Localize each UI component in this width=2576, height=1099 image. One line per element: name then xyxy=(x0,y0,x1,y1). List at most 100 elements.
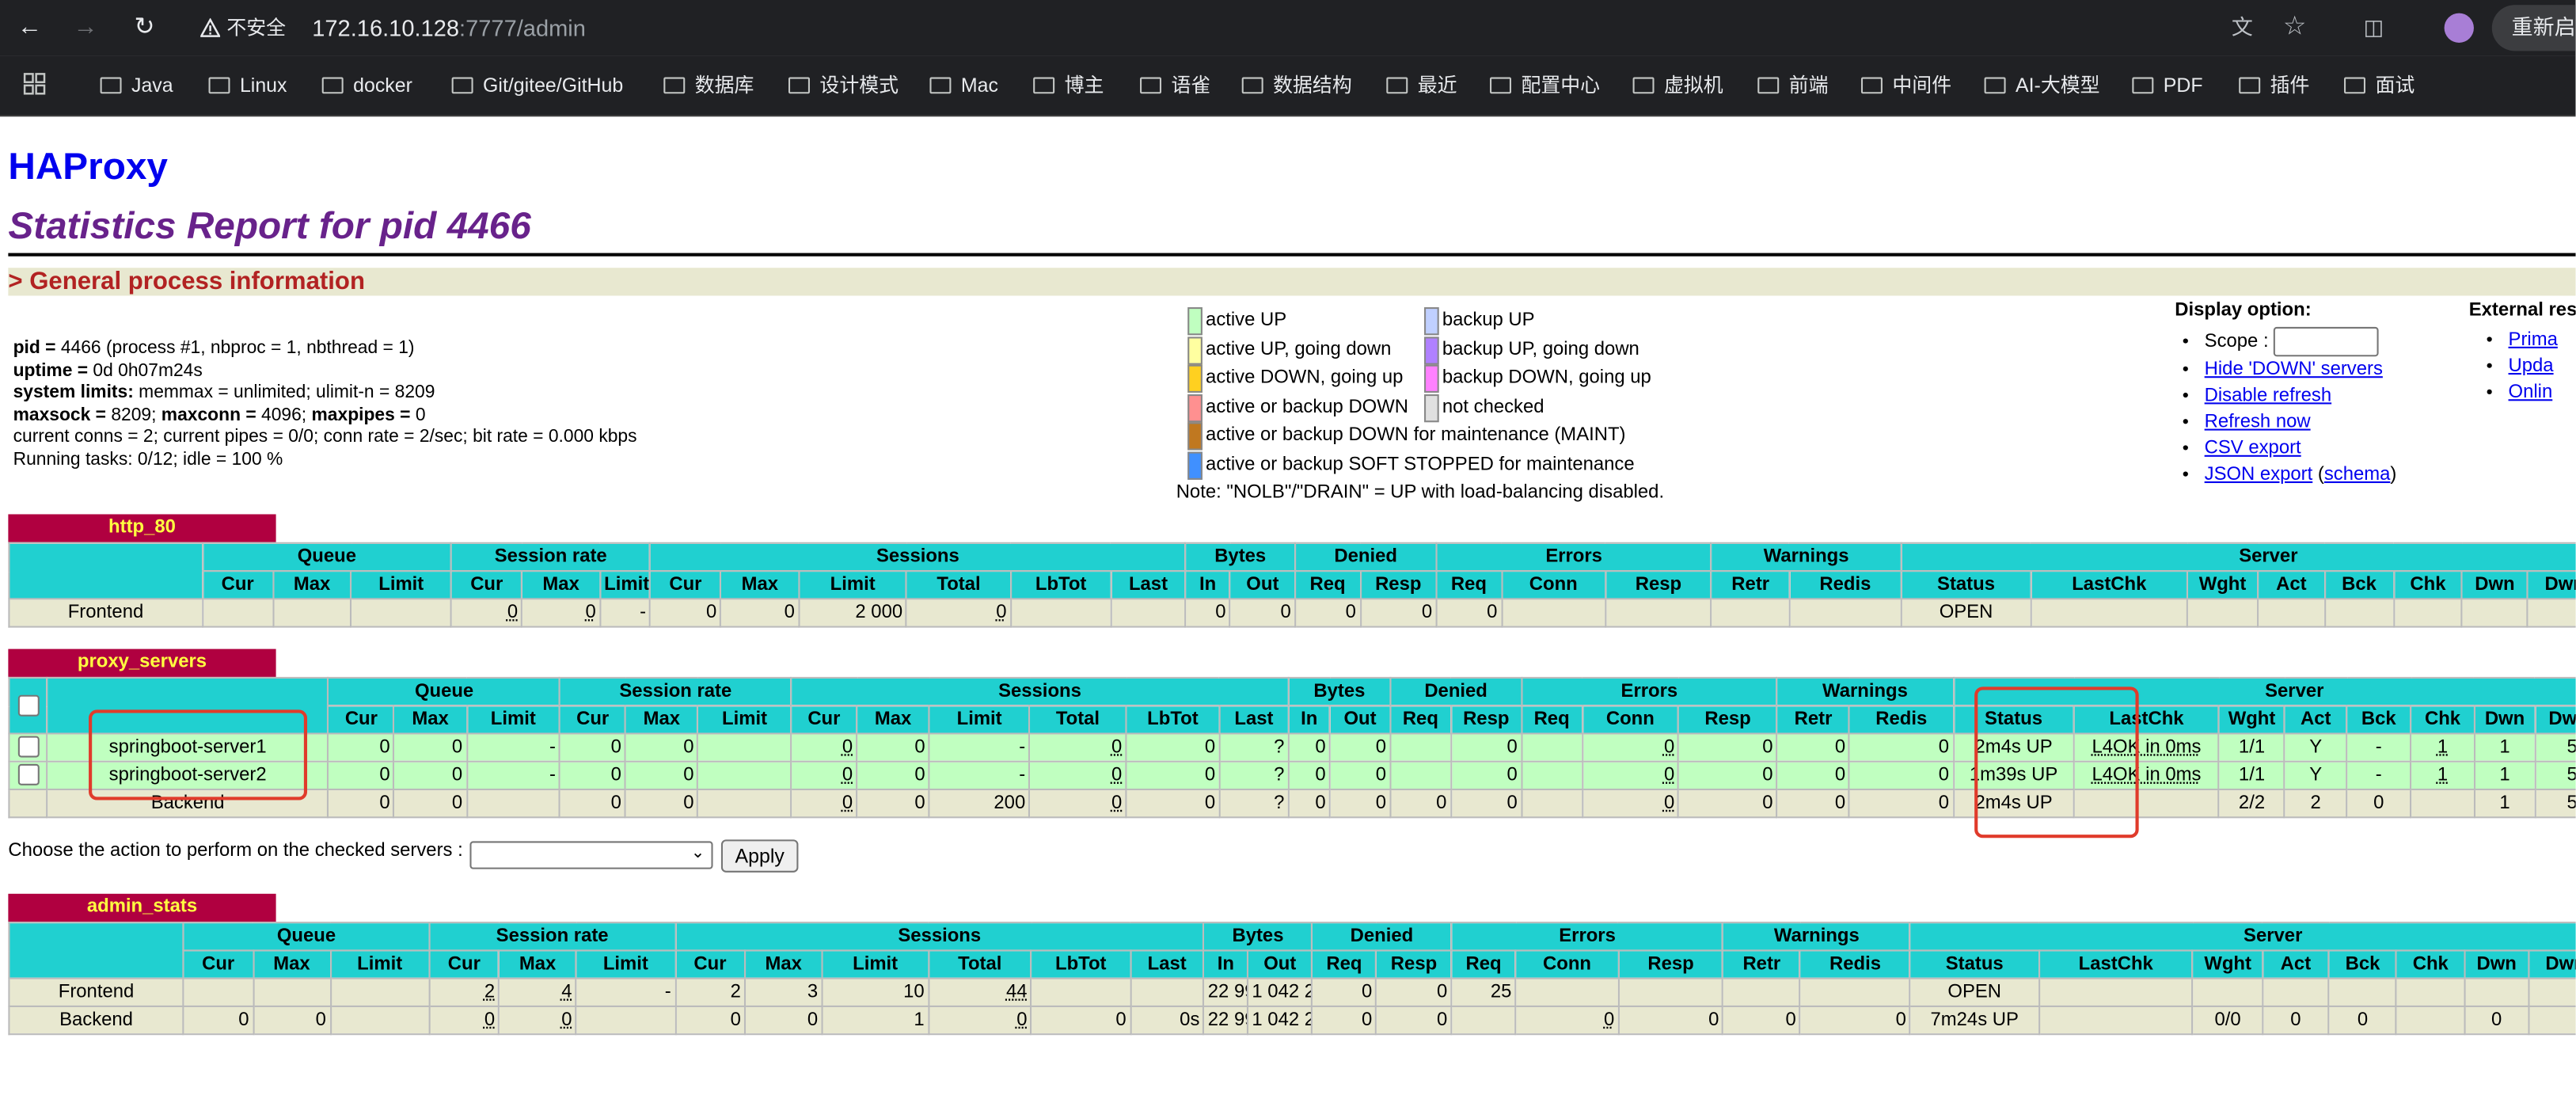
proxy-name-admin-stats[interactable]: admin_stats xyxy=(8,893,276,922)
stat-cell xyxy=(1389,760,1452,791)
external-resources: External res Prima Upda Onlin xyxy=(2469,301,2576,406)
reload-icon[interactable]: ↻ xyxy=(130,13,159,43)
select-all-checkbox[interactable] xyxy=(17,694,39,717)
bookmark-item[interactable]: Linux xyxy=(208,72,287,98)
bookmark-item[interactable]: 面试 xyxy=(2344,72,2415,98)
scope-item: Scope : xyxy=(2205,326,2397,357)
folder-icon xyxy=(321,77,344,94)
legend-swatch-backup-up-going-down xyxy=(1424,336,1439,364)
stat-cell: 0/0 xyxy=(2192,1005,2264,1036)
proxy-name-proxy-servers[interactable]: proxy_servers xyxy=(8,648,276,677)
header-column: Max xyxy=(625,705,699,735)
proxy-name-http-80[interactable]: http_80 xyxy=(8,514,276,542)
header-column: Redis xyxy=(1848,705,1955,735)
header-column: Chk xyxy=(2410,705,2475,735)
bookmark-item[interactable]: 数据结构 xyxy=(1241,72,1352,98)
bookmark-label: 插件 xyxy=(2270,74,2310,97)
stat-cell xyxy=(2262,977,2330,1007)
bookmark-item[interactable]: Git/gitee/GitHub xyxy=(451,72,623,98)
external-link-updates[interactable]: Upda xyxy=(2509,356,2554,376)
stat-cell: 5m4 xyxy=(2534,760,2576,791)
bookmark-item[interactable]: 数据库 xyxy=(663,72,754,98)
bookmark-item[interactable]: 设计模式 xyxy=(788,72,899,98)
stat-cell xyxy=(2030,598,2188,628)
url-text[interactable]: 172.16.10.128:7777/admin xyxy=(312,13,586,43)
header-column: Req xyxy=(1294,570,1362,600)
external-link-primary[interactable]: Prima xyxy=(2509,330,2558,350)
header-column: Last xyxy=(1110,570,1187,600)
stat-cell: OPEN xyxy=(1909,977,2040,1007)
header-column: Max xyxy=(856,705,930,735)
scope-input[interactable] xyxy=(2274,326,2380,357)
row-name: Frontend xyxy=(8,977,184,1007)
stat-cell: 0 xyxy=(2464,1005,2530,1036)
relaunch-button[interactable]: 重新启 xyxy=(2491,5,2576,51)
stat-cell: 0 xyxy=(1776,732,1851,762)
stat-cell: 0 xyxy=(1776,760,1851,791)
backend-row: Backend 0 0 0 0 0 0 200 0 0? 0 0 0 0 0 0 0 0 2m4s UP 2/2 2 0 1… xyxy=(8,789,2576,819)
external-link-online[interactable]: Onlin xyxy=(2509,382,2553,402)
server-checkbox[interactable] xyxy=(17,764,39,786)
apply-button[interactable]: Apply xyxy=(720,839,799,873)
folder-icon xyxy=(2239,77,2261,94)
address-bar[interactable]: 不安全 172.16.10.128:7777/admin xyxy=(184,6,2204,49)
csv-export-link[interactable]: CSV export xyxy=(2205,439,2301,458)
bookmark-item[interactable]: 虚拟机 xyxy=(1632,72,1723,98)
stat-cell xyxy=(1799,977,1912,1007)
translate-icon[interactable]: 文 xyxy=(2228,13,2257,43)
disable-refresh-link[interactable]: Disable refresh xyxy=(2205,386,2331,406)
warning-icon xyxy=(200,17,221,37)
bookmark-item[interactable]: 配置中心 xyxy=(1490,72,1600,98)
stat-cell: 0 xyxy=(744,1005,823,1036)
stat-cell: 0 xyxy=(1287,732,1331,762)
header-column: Dwn xyxy=(2464,949,2530,979)
header-column: Chk xyxy=(2396,949,2466,979)
bookmark-item[interactable]: 最近 xyxy=(1386,72,1457,98)
bookmark-item[interactable]: 中间件 xyxy=(1860,72,1951,98)
stat-cell: 0 xyxy=(790,732,858,762)
bookmark-item[interactable]: docker xyxy=(321,72,412,98)
security-indicator[interactable]: 不安全 xyxy=(200,13,286,43)
header-column: Limit xyxy=(798,570,908,600)
bookmark-item[interactable]: Mac xyxy=(929,72,998,98)
header-column: Limit xyxy=(598,570,652,600)
header-column: Req xyxy=(1389,705,1452,735)
profile-avatar[interactable] xyxy=(2444,13,2474,43)
star-icon[interactable]: ☆ xyxy=(2280,13,2309,43)
bookmark-item[interactable]: PDF xyxy=(2132,72,2203,98)
header-group: Bytes xyxy=(1184,542,1297,572)
select-all-cell[interactable] xyxy=(8,676,48,735)
bookmark-item[interactable]: AI-大模型 xyxy=(1984,72,2100,98)
legend-swatch-active-up xyxy=(1187,307,1203,336)
json-export-link[interactable]: JSON export xyxy=(2205,465,2313,485)
bookmark-item[interactable]: 前端 xyxy=(1757,72,1829,98)
stat-cell: 0 xyxy=(625,760,699,791)
action-select[interactable]: ⌄ xyxy=(469,841,713,869)
stat-cell xyxy=(2327,977,2398,1007)
extensions-icon[interactable]: ◫ xyxy=(2359,13,2388,43)
header-group: Server xyxy=(1900,542,2576,572)
header-column: Bck xyxy=(2327,949,2398,979)
stat-cell: 0 xyxy=(1848,760,1955,791)
forward-icon[interactable]: → xyxy=(70,13,100,43)
header-group: Errors xyxy=(1520,676,1778,707)
bookmark-item[interactable]: 插件 xyxy=(2239,72,2309,98)
server-checkbox[interactable] xyxy=(17,736,39,759)
bookmark-item[interactable]: 博主 xyxy=(1033,72,1104,98)
back-icon[interactable]: ← xyxy=(15,13,44,43)
stat-cell: 0 xyxy=(625,732,699,762)
header-column: Req xyxy=(1435,570,1503,600)
legend-active-down-going-up: active DOWN, going up xyxy=(1206,367,1404,388)
bookmark-item[interactable]: Java xyxy=(100,72,173,98)
stat-cell: 0 xyxy=(1677,732,1778,762)
bookmark-label: 前端 xyxy=(1788,74,1829,97)
action-label: Choose the action to perform on the chec… xyxy=(8,841,463,861)
stat-cell: ? xyxy=(1218,760,1290,791)
hide-down-link[interactable]: Hide 'DOWN' servers xyxy=(2205,359,2383,379)
bookmark-item[interactable]: 语雀 xyxy=(1140,72,1210,98)
apps-grid-icon[interactable] xyxy=(23,72,46,95)
stat-cell xyxy=(1604,598,1712,628)
header-column: LbTot xyxy=(1030,949,1131,979)
refresh-now-link[interactable]: Refresh now xyxy=(2205,413,2311,432)
schema-link[interactable]: schema xyxy=(2324,465,2391,485)
